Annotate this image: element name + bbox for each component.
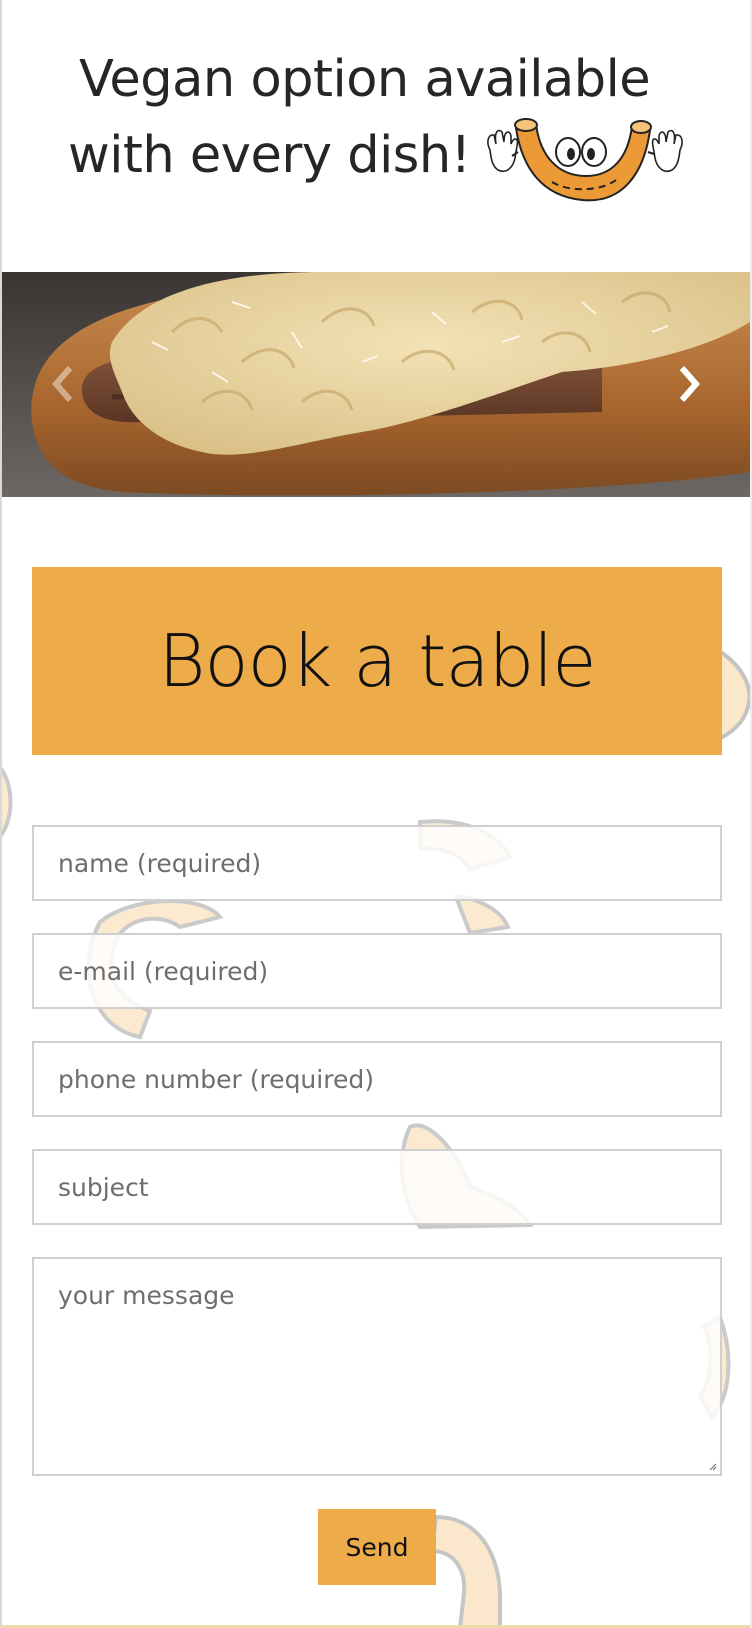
promo-header: Vegan option available with every dish!: [2, 0, 750, 272]
phone-field[interactable]: phone number (required): [32, 1041, 722, 1117]
send-button[interactable]: Send: [318, 1509, 436, 1585]
name-field[interactable]: name (required): [32, 825, 722, 901]
message-placeholder: your message: [58, 1281, 235, 1310]
name-placeholder: name (required): [58, 848, 262, 878]
phone-placeholder: phone number (required): [58, 1064, 374, 1094]
left-border: [0, 0, 2, 1628]
email-placeholder: e-mail (required): [58, 956, 269, 986]
promo-line-1: Vegan option available: [79, 50, 651, 109]
image-carousel[interactable]: [2, 272, 750, 497]
hotdog-mac-and-cheese-photo: [2, 272, 750, 497]
subject-field[interactable]: subject: [32, 1149, 722, 1225]
message-textarea[interactable]: your message: [32, 1257, 722, 1476]
macaroni-mascot-icon: [487, 118, 683, 202]
subject-placeholder: subject: [58, 1172, 149, 1202]
resize-handle-icon[interactable]: [709, 1463, 717, 1471]
book-a-table-banner: Book a table: [32, 567, 722, 755]
chevron-left-icon[interactable]: [44, 362, 84, 406]
page: Vegan option available with every dish!: [0, 0, 752, 1628]
send-button-label: Send: [345, 1532, 409, 1562]
email-field[interactable]: e-mail (required): [32, 933, 722, 1009]
chevron-right-icon[interactable]: [670, 362, 710, 406]
promo-line-2: with every dish!: [68, 126, 471, 185]
book-a-table-heading: Book a table: [158, 619, 596, 703]
